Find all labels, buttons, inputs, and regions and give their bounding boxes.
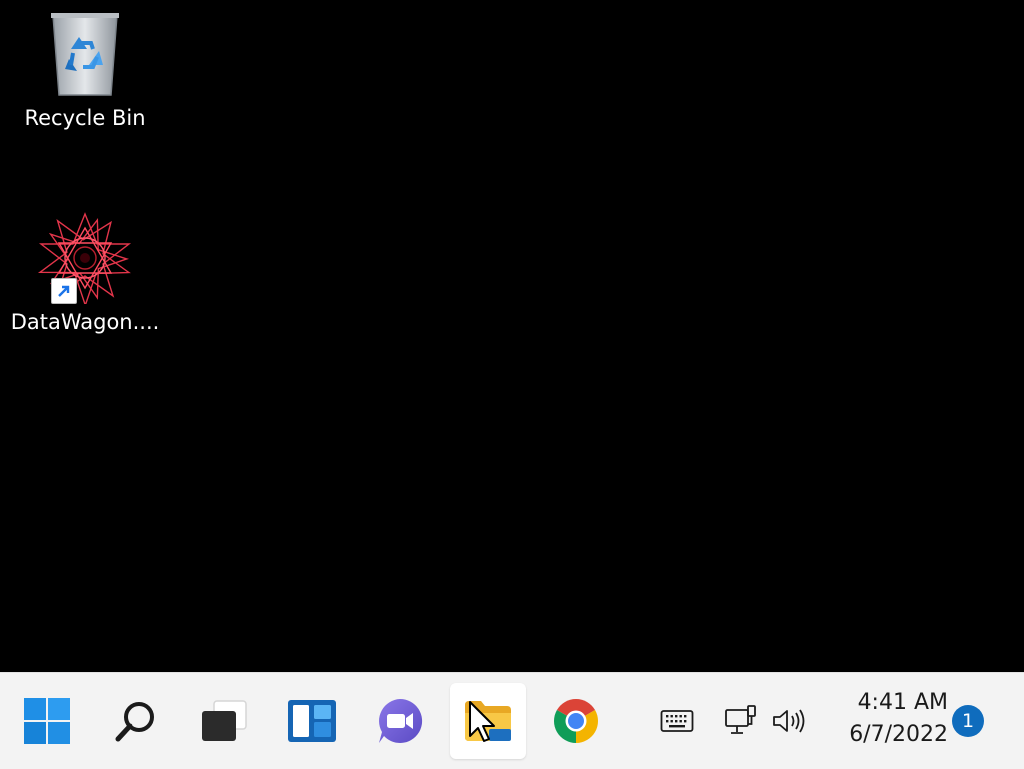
search-icon bbox=[115, 702, 154, 742]
datawagon-app-icon bbox=[37, 212, 133, 304]
chrome-icon bbox=[554, 699, 598, 743]
desktop-icon-label: DataWagon.... bbox=[10, 310, 160, 334]
windows-start-icon bbox=[24, 698, 70, 744]
task-view-icon bbox=[202, 700, 247, 741]
volume-button[interactable] bbox=[770, 701, 808, 741]
search-button[interactable] bbox=[98, 683, 174, 759]
file-explorer-icon bbox=[465, 701, 511, 741]
widgets-button[interactable] bbox=[274, 683, 350, 759]
notification-center-badge[interactable]: 1 bbox=[952, 705, 984, 737]
volume-icon bbox=[773, 709, 805, 733]
desktop-icon-label: Recycle Bin bbox=[24, 106, 146, 130]
network-button[interactable] bbox=[722, 701, 760, 741]
system-clock[interactable]: 4:41 AM 6/7/2022 bbox=[828, 687, 948, 751]
desktop-icon-recycle-bin[interactable]: Recycle Bin bbox=[10, 8, 160, 130]
desktop: Recycle Bin DataWagon.... bbox=[0, 0, 1024, 672]
teams-chat-icon bbox=[379, 698, 423, 743]
clock-date: 6/7/2022 bbox=[849, 722, 948, 747]
task-view-button[interactable] bbox=[186, 683, 262, 759]
start-button[interactable] bbox=[9, 683, 85, 759]
chrome-button[interactable] bbox=[538, 683, 614, 759]
widgets-icon bbox=[288, 700, 336, 742]
clock-time: 4:41 AM bbox=[857, 690, 948, 715]
chat-button[interactable] bbox=[362, 683, 438, 759]
shortcut-arrow-icon bbox=[51, 278, 77, 304]
recycle-bin-icon bbox=[37, 8, 133, 100]
taskbar: 4:41 AM 6/7/2022 1 bbox=[0, 672, 1024, 769]
desktop-icon-datawagon[interactable]: DataWagon.... bbox=[10, 212, 160, 334]
touch-keyboard-icon bbox=[660, 710, 694, 732]
network-icon bbox=[725, 705, 756, 734]
touch-keyboard-button[interactable] bbox=[658, 701, 696, 741]
file-explorer-button[interactable] bbox=[450, 683, 526, 759]
